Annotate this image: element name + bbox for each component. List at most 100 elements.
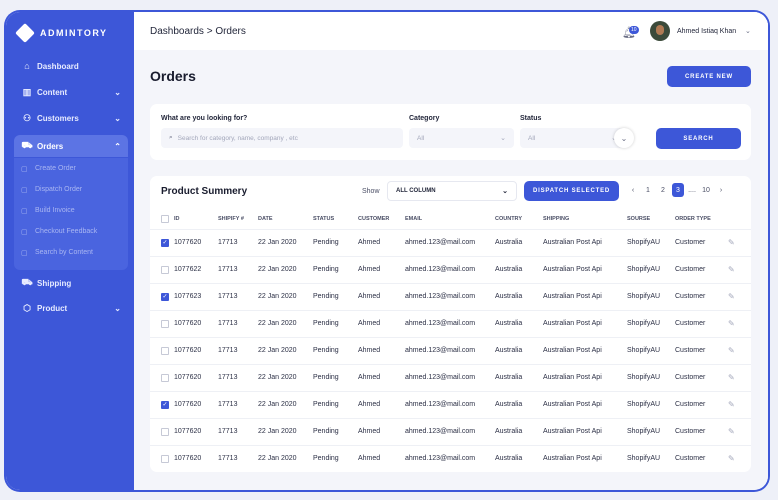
table-row[interactable]: 1077620 17713 22 Jan 2020 Pending Ahmed ahmed…: [150, 337, 751, 365]
select-all-checkbox[interactable]: [161, 214, 169, 223]
status-select[interactable]: All ⌄: [520, 128, 625, 148]
edit-icon[interactable]: ✎: [728, 400, 735, 409]
chevron-down-icon[interactable]: ⌄: [745, 27, 751, 35]
sidebar-item-dashboard[interactable]: ⌂ Dashboard: [14, 55, 128, 77]
cell-source: ShopifyAU: [627, 283, 675, 311]
header-order-type[interactable]: ORDER TYPE: [675, 209, 728, 230]
expand-filters-button[interactable]: ⌄: [614, 128, 634, 148]
submenu-item-dispatch-order[interactable]: ▢ Dispatch Order: [14, 179, 128, 200]
row-checkbox[interactable]: ✓: [161, 400, 169, 409]
cell-shipping: Australian Post Api: [543, 418, 627, 446]
cell-email[interactable]: ahmed.123@mail.com: [405, 256, 495, 284]
column-select[interactable]: ALL COLUMN ⌄: [387, 181, 517, 201]
chevron-left-icon[interactable]: ‹: [627, 183, 639, 197]
table-row[interactable]: ✓ 1077620 17713 22 Jan 2020 Pending Ahmed ahme…: [150, 391, 751, 419]
header-customer[interactable]: CUSTOMER: [358, 209, 405, 230]
category-value: All: [417, 134, 425, 142]
page-last[interactable]: 10: [700, 183, 712, 197]
edit-icon[interactable]: ✎: [728, 454, 735, 463]
brand[interactable]: ADMINTORY: [15, 23, 108, 43]
chevron-down-icon: ⌄: [502, 188, 508, 195]
cell-shipify: 17713: [218, 229, 258, 257]
user-name[interactable]: Ahmed Istiaq Khan: [677, 28, 736, 35]
category-select[interactable]: All ⌄: [409, 128, 514, 148]
edit-icon[interactable]: ✎: [728, 346, 735, 355]
header-id[interactable]: ID: [174, 209, 218, 230]
edit-icon[interactable]: ✎: [728, 292, 735, 301]
header-source[interactable]: SOURSE: [627, 209, 675, 230]
cell-customer: Ahmed: [358, 256, 405, 284]
sidebar-item-label: Dashboard: [37, 61, 79, 71]
table-row[interactable]: 1077620 17713 22 Jan 2020 Pending Ahmed ahmed…: [150, 310, 751, 338]
cell-customer: Ahmed: [358, 418, 405, 446]
table-row[interactable]: 1077620 17713 22 Jan 2020 Pending Ahmed ahmed…: [150, 364, 751, 392]
table-row[interactable]: 1077620 17713 22 Jan 2020 Pending Ahmed ahmed…: [150, 418, 751, 446]
edit-icon[interactable]: ✎: [728, 373, 735, 382]
cell-email[interactable]: ahmed.123@mail.com: [405, 337, 495, 365]
row-checkbox[interactable]: [161, 346, 169, 355]
row-checkbox[interactable]: [161, 427, 169, 436]
chevron-right-icon[interactable]: ›: [715, 183, 727, 197]
page-2[interactable]: 2: [657, 183, 669, 197]
cell-id: 1077620: [174, 229, 218, 257]
cell-email[interactable]: ahmed.123@mail.com: [405, 283, 495, 311]
cell-email[interactable]: ahmed.123@mail.com: [405, 445, 495, 472]
header-email[interactable]: EMAIL: [405, 209, 495, 230]
table-row[interactable]: ✓ 1077620 17713 22 Jan 2020 Pending Ahmed ahme…: [150, 229, 751, 257]
dispatch-selected-button[interactable]: DISPATCH SELECTED: [524, 181, 619, 201]
sidebar-item-product[interactable]: ⬡ Product ⌄: [14, 297, 128, 319]
submenu-item-label: Dispatch Order: [35, 186, 83, 193]
header-shipping[interactable]: SHIPPING: [543, 209, 627, 230]
table-row[interactable]: ✓ 1077623 17713 22 Jan 2020 Pending Ahmed ahme…: [150, 283, 751, 311]
header-shipify[interactable]: SHIPIFY #: [218, 209, 258, 230]
row-checkbox[interactable]: [161, 265, 169, 274]
cell-date: 22 Jan 2020: [258, 283, 313, 311]
sidebar-item-orders[interactable]: ⛟ Orders ⌃: [14, 135, 128, 157]
header-status[interactable]: STATUS: [313, 209, 358, 230]
submenu-item-search-by-content[interactable]: ▢ Search by Content: [14, 242, 128, 263]
cell-email[interactable]: ahmed.123@mail.com: [405, 418, 495, 446]
edit-icon[interactable]: ✎: [728, 319, 735, 328]
sidebar-item-customers[interactable]: ⚇ Customers ⌄: [14, 107, 128, 129]
cell-email[interactable]: ahmed.123@mail.com: [405, 229, 495, 257]
avatar[interactable]: [650, 21, 670, 41]
submenu-item-checkout-feedback[interactable]: ▢ Checkout Feedback: [14, 221, 128, 242]
header-date[interactable]: DATE: [258, 209, 313, 230]
search-button[interactable]: SEARCH: [656, 128, 741, 149]
cell-source: ShopifyAU: [627, 310, 675, 338]
header-country[interactable]: COUNTRY: [495, 209, 543, 230]
cell-email[interactable]: ahmed.123@mail.com: [405, 310, 495, 338]
show-label: Show: [362, 188, 380, 195]
row-checkbox[interactable]: [161, 454, 169, 463]
table-row[interactable]: 1077620 17713 22 Jan 2020 Pending Ahmed ahmed…: [150, 445, 751, 472]
cell-email[interactable]: ahmed.123@mail.com: [405, 391, 495, 419]
cell-id: 1077620: [174, 445, 218, 472]
cell-source: ShopifyAU: [627, 364, 675, 392]
row-checkbox[interactable]: ✓: [161, 238, 169, 247]
cell-shipify: 17713: [218, 283, 258, 311]
cell-country: Australia: [495, 310, 543, 338]
topbar: Dashboards > Orders 🔔︎ 10 Ahmed Istiaq K…: [134, 12, 768, 50]
cell-status: Pending: [313, 418, 358, 446]
submenu-item-create-order[interactable]: ▢ Create Order: [14, 158, 128, 179]
row-checkbox[interactable]: ✓: [161, 292, 169, 301]
submenu-item-build-invoice[interactable]: ▢ Build Invoice: [14, 200, 128, 221]
search-input[interactable]: ⌕ Search for category, name, company , e…: [161, 128, 403, 148]
cell-order-type: Customer: [675, 256, 728, 284]
page-1[interactable]: 1: [642, 183, 654, 197]
edit-icon[interactable]: ✎: [728, 238, 735, 247]
breadcrumb[interactable]: Dashboards > Orders: [150, 26, 246, 37]
sidebar-item-content[interactable]: ▥ Content ⌄: [14, 81, 128, 103]
page-3[interactable]: 3: [672, 183, 684, 197]
row-checkbox[interactable]: [161, 373, 169, 382]
edit-icon[interactable]: ✎: [728, 427, 735, 436]
edit-icon[interactable]: ✎: [728, 265, 735, 274]
table-row[interactable]: 1077622 17713 22 Jan 2020 Pending Ahmed ahmed…: [150, 256, 751, 284]
create-new-button[interactable]: CREATE NEW: [667, 66, 751, 87]
cell-status: Pending: [313, 445, 358, 472]
cell-source: ShopifyAU: [627, 229, 675, 257]
cell-shipify: 17713: [218, 310, 258, 338]
sidebar-item-shipping[interactable]: ⛟ Shipping: [14, 272, 128, 294]
row-checkbox[interactable]: [161, 319, 169, 328]
cell-email[interactable]: ahmed.123@mail.com: [405, 364, 495, 392]
